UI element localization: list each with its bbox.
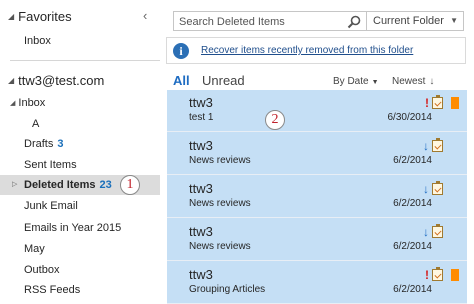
message-date: 6/30/2014 [387,112,433,123]
collapse-triangle-icon[interactable]: ◢ [10,99,15,107]
collapse-triangle-icon[interactable]: ◢ [8,12,14,21]
message-date: 6/2/2014 [393,155,432,166]
filter-unread[interactable]: Unread [202,73,245,88]
message-date: 6/2/2014 [393,284,432,295]
chevron-down-icon: ▼ [450,16,458,25]
folder-label: Drafts [24,138,54,150]
folder-item-rss-feeds[interactable]: RSS Feeds [0,280,160,300]
folder-item-a[interactable]: A [0,114,160,134]
folder-item-emails-in-year-2015[interactable]: Emails in Year 2015 [0,218,160,238]
message-row[interactable]: ttw3 News reviews ↓ 6/2/2014 [167,133,467,175]
favorites-label: Favorites [18,9,72,24]
flag-icon[interactable] [451,97,459,109]
message-date: 6/2/2014 [393,241,432,252]
message-subject: News reviews [189,241,251,252]
account-header[interactable]: ◢ ttw3@test.com [8,73,104,88]
message-icons: ↓ [423,138,443,153]
message-icons: ↓ [423,224,443,239]
chevron-down-icon: ▼ [371,79,379,86]
message-subject: Grouping Articles [189,284,266,295]
sort-order-label: Newest [392,76,426,87]
unread-count: 23 [99,179,112,191]
search-scope-dropdown[interactable]: Current Folder ▼ [367,11,464,31]
folder-label: Outbox [24,264,60,276]
folder-item-outbox[interactable]: Outbox [0,260,160,280]
message-row[interactable]: ttw3 Grouping Articles ! 6/2/2014 [167,262,467,304]
message-subject: News reviews [189,198,251,209]
sort-order-toggle[interactable]: Newest ↓ [392,76,434,87]
folder-item-drafts[interactable]: Drafts 3 [0,134,160,154]
folder-label: Sent Items [24,159,77,171]
message-sender: ttw3 [189,95,213,110]
flag-icon[interactable] [451,269,459,281]
folder-label: Junk Email [24,200,78,212]
task-icon [432,95,443,109]
folder-pane: ◢ Favorites ‹ Inbox ◢ ttw3@test.com ◢ Inbox… [0,0,160,304]
high-importance-icon: ! [425,96,429,110]
info-bar: i Recover items recently removed from th… [166,37,466,64]
task-icon [432,267,443,281]
message-icons: ↓ [423,181,443,196]
search-icon[interactable] [347,15,361,29]
message-subject: News reviews [189,155,251,166]
message-subject: test 1 [189,112,214,123]
low-importance-icon: ↓ [423,225,429,239]
message-sender: ttw3 [189,138,213,153]
account-label: ttw3@test.com [18,73,105,88]
folder-item-may[interactable]: May [0,239,160,259]
message-date: 6/2/2014 [393,198,432,209]
info-icon: i [173,43,189,59]
sort-by-label: By Date [333,76,369,87]
high-importance-icon: ! [425,268,429,282]
folder-item-sent-items[interactable]: Sent Items [0,155,160,175]
sort-by-dropdown[interactable]: By Date ▼ [333,76,379,87]
callout-badge: 2 [265,110,285,130]
minimize-pane-icon[interactable]: ‹ [143,8,147,23]
search-box[interactable] [173,11,367,31]
message-list-pane: Current Folder ▼ i Recover items recentl… [165,0,474,304]
divider [10,60,160,61]
message-sender: ttw3 [189,181,213,196]
recover-items-link[interactable]: Recover items recently removed from this… [201,45,413,56]
folder-label: Emails in Year 2015 [24,222,122,234]
task-icon [432,181,443,195]
unread-count: 3 [57,138,64,150]
folder-item-junk-email[interactable]: Junk Email [0,196,160,216]
task-icon [432,138,443,152]
folder-label: A [32,118,40,130]
callout-badge: 1 [120,175,140,195]
folder-label: Deleted Items [24,179,96,191]
low-importance-icon: ↓ [423,182,429,196]
favorites-inbox[interactable]: Inbox [24,35,51,47]
folder-label: RSS Feeds [24,284,81,296]
filter-all[interactable]: All [173,73,190,88]
message-row[interactable]: ttw3 test 1 ! 6/30/2014 [167,90,467,132]
message-row[interactable]: ttw3 News reviews ↓ 6/2/2014 [167,219,467,261]
inbox-label: Inbox [18,97,46,109]
message-icons: ! [425,267,443,282]
message-sender: ttw3 [189,224,213,239]
favorites-header[interactable]: ◢ Favorites [8,9,72,24]
inbox-folder[interactable]: ◢ Inbox [10,97,45,109]
search-scope-value: Current Folder [373,15,444,27]
collapse-triangle-icon[interactable]: ◢ [8,76,14,85]
arrow-down-icon: ↓ [429,76,435,87]
low-importance-icon: ↓ [423,139,429,153]
message-row[interactable]: ttw3 News reviews ↓ 6/2/2014 [167,176,467,218]
expand-triangle-icon[interactable]: ▷ [12,175,17,195]
message-list: ttw3 test 1 ! 6/30/2014 ttw3 News review… [167,90,467,304]
search-input[interactable] [174,13,344,31]
folder-label: May [24,243,45,255]
message-icons: ! [425,95,443,110]
task-icon [432,224,443,238]
message-sender: ttw3 [189,267,213,282]
